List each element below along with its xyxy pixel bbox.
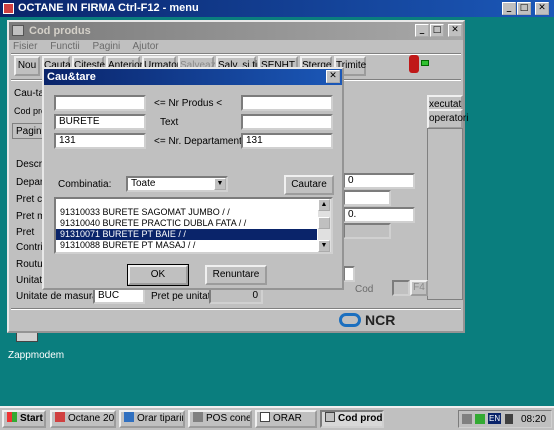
pret-unitate-label: Pret pe unitate xyxy=(151,291,217,302)
taskbar-cod-produs[interactable]: Cod produs xyxy=(320,410,384,428)
text-from-field[interactable]: BURETE xyxy=(54,114,146,130)
combinatia-label: Combinatia: xyxy=(58,179,112,190)
unitate-masura-field[interactable]: BUC xyxy=(93,288,145,304)
operatori-button[interactable]: operatori xyxy=(427,109,468,129)
tray-network-icon[interactable] xyxy=(462,414,472,424)
pos-task-icon xyxy=(193,412,203,422)
pret-unitate-field: 0 xyxy=(209,288,263,304)
menu-bar: Fisier Functii Pagini Ajutor xyxy=(13,41,169,52)
taskbar-orar-label: ORAR xyxy=(273,413,302,424)
window-app-icon xyxy=(12,25,24,36)
taskbar-orar-tiparire-label: Orar tiparire xyxy=(137,413,185,424)
cautare-dialog: Cau&tare ✕ <= Nr Produs < BURETE Text 13… xyxy=(42,67,344,290)
desktop-icon-label: Zappmodem xyxy=(8,350,65,361)
octane-minimize-button[interactable]: _ xyxy=(502,2,516,15)
orar-tiparire-task-icon xyxy=(124,412,134,422)
orar-task-icon xyxy=(260,412,270,422)
octane-maximize-button[interactable]: □ xyxy=(517,2,531,15)
toolbar-nou-button[interactable]: Nou xyxy=(14,56,40,76)
renuntare-button[interactable]: Renuntare xyxy=(205,265,267,285)
nr-departament-label: <= Nr. Departament < xyxy=(154,136,251,147)
taskbar-cod-produs-label: Cod produs xyxy=(338,413,383,424)
text-to-field[interactable] xyxy=(241,114,333,130)
clock: 08:20 xyxy=(521,414,547,425)
results-list[interactable]: 91310033 BURETE SAGOMAT JUMBO / / 913100… xyxy=(54,197,333,254)
cod-produs-title: Cod produs xyxy=(29,25,91,37)
taskbar-pos-conectat[interactable]: POS conectat xyxy=(188,410,252,428)
start-button[interactable]: Start xyxy=(2,410,46,428)
ncr-logo-text: NCR xyxy=(365,312,396,328)
right-panel xyxy=(427,128,463,300)
taskbar-pos-conectat-label: POS conectat xyxy=(206,413,252,424)
ncr-logo: NCR xyxy=(339,312,413,330)
menu-pagini[interactable]: Pagini xyxy=(92,41,120,52)
nr-produs-to-field[interactable] xyxy=(241,95,333,111)
pret-unitate-value: 0 xyxy=(252,290,258,301)
results-rows: 91310033 BURETE SAGOMAT JUMBO / / 913100… xyxy=(56,207,317,251)
pret-cost-right-field[interactable] xyxy=(343,190,391,206)
windows-logo-icon xyxy=(7,412,17,422)
cautare-titlebar: Cau&tare ✕ xyxy=(44,69,342,85)
background-window-edge xyxy=(428,20,468,38)
tray-display-icon[interactable] xyxy=(475,414,485,424)
departament-right-field[interactable]: 0 xyxy=(343,173,415,189)
result-row-selected[interactable]: 91310071 BURETE PT BAIE / / xyxy=(56,229,317,240)
taskbar-orar-tiparire[interactable]: Orar tiparire xyxy=(119,410,185,428)
octane-title: OCTANE IN FIRMA xyxy=(18,2,116,14)
octane-task-icon xyxy=(55,412,65,422)
octane-close-button[interactable]: ✕ xyxy=(535,2,549,15)
ok-button[interactable]: OK xyxy=(127,264,189,286)
results-scrollbar[interactable]: ▲ ▼ xyxy=(318,199,331,252)
cod-produs-task-icon xyxy=(325,412,335,422)
unitate-masura-label: Unitate de masura xyxy=(16,291,98,302)
pret-label: Pret xyxy=(16,227,35,238)
status-led-icon xyxy=(421,60,429,66)
menu-separator xyxy=(11,53,461,55)
combinatia-select[interactable]: Toate ▼ xyxy=(126,176,228,192)
cod-field xyxy=(392,280,410,296)
fire-extinguisher-icon xyxy=(409,55,419,73)
menu-ajutor[interactable]: Ajutor xyxy=(133,41,159,52)
octane-app-icon xyxy=(3,3,14,14)
menu-fisier[interactable]: Fisier xyxy=(13,41,37,52)
cautare-button[interactable]: Cautare xyxy=(284,175,334,195)
octane-titlebar: OCTANE IN FIRMA Ctrl-F12 - menu _ □ ✕ xyxy=(0,0,554,17)
cauta-label: Cau-ta xyxy=(14,88,45,99)
result-row[interactable]: 91310088 BURETE PT MASAJ / / xyxy=(56,240,317,251)
text-label: Text xyxy=(160,117,179,128)
result-row[interactable]: 91310040 BURETE PRACTIC DUBLA FATA / / xyxy=(56,218,317,229)
footer-separator xyxy=(11,308,461,310)
octane-subtitle: Ctrl-F12 - menu xyxy=(118,2,199,14)
dept-from-field[interactable]: 131 xyxy=(54,133,146,149)
menu-functii[interactable]: Functii xyxy=(50,41,79,52)
scroll-down-arrow-icon[interactable]: ▼ xyxy=(318,240,330,252)
cautare-close-button[interactable]: ✕ xyxy=(326,70,340,83)
combinatia-value: Toate xyxy=(131,178,156,189)
scroll-up-arrow-icon[interactable]: ▲ xyxy=(318,199,330,211)
rotunjire-right-field[interactable] xyxy=(343,266,355,282)
ncr-logo-icon xyxy=(339,313,361,327)
cautare-title: Cau&tare xyxy=(47,71,96,83)
tray-speaker-icon[interactable] xyxy=(505,414,513,424)
language-indicator[interactable]: EN xyxy=(488,413,502,424)
cod-label: Cod xyxy=(355,284,374,295)
cod-produs-titlebar: Cod produs _ □ ✕ xyxy=(9,22,463,40)
start-label: Start xyxy=(20,413,43,424)
dept-to-field[interactable]: 131 xyxy=(241,133,333,149)
dropdown-arrow-icon[interactable]: ▼ xyxy=(214,178,226,190)
pret-mediu-right-field[interactable]: 0. xyxy=(343,207,415,223)
f4-button[interactable]: F4 xyxy=(410,280,428,296)
nr-produs-from-field[interactable] xyxy=(54,95,146,111)
taskbar-octane[interactable]: Octane 200... xyxy=(50,410,116,428)
nr-produs-label: <= Nr Produs < xyxy=(154,98,223,109)
taskbar-orar[interactable]: ORAR xyxy=(255,410,317,428)
cod-produs-minimize-button[interactable]: _ xyxy=(415,24,429,37)
scroll-thumb[interactable] xyxy=(318,217,330,229)
system-tray: EN 08:20 xyxy=(458,410,552,428)
desktop-icon-zappmodem[interactable]: Zappmodem xyxy=(8,330,64,362)
pret-right-field xyxy=(343,223,391,239)
taskbar-octane-label: Octane 200... xyxy=(68,413,115,424)
result-row[interactable]: 91310033 BURETE SAGOMAT JUMBO / / xyxy=(56,207,317,218)
